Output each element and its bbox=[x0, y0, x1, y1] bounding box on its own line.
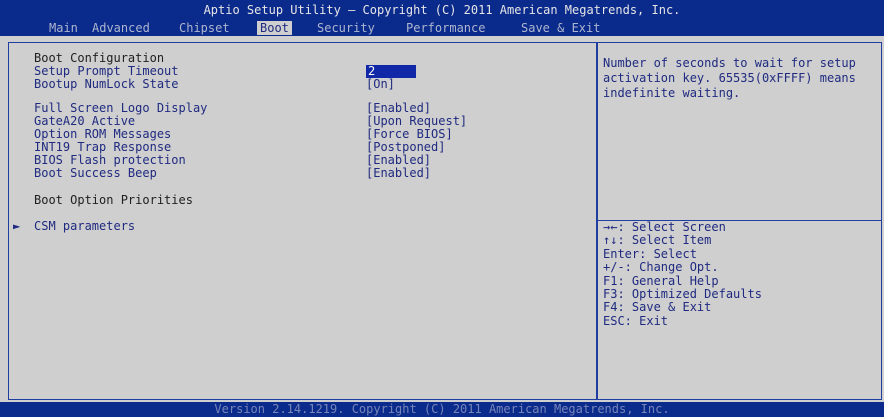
key-optimized-defaults: F3: Optimized Defaults bbox=[603, 287, 762, 302]
submenu-arrow-icon: ► bbox=[13, 219, 21, 233]
key-save-exit: F4: Save & Exit bbox=[603, 300, 712, 315]
tab-advanced[interactable]: Advanced bbox=[89, 21, 153, 35]
tab-main[interactable]: Main bbox=[46, 21, 81, 35]
tab-performance[interactable]: Performance bbox=[403, 21, 488, 35]
key-legend: →←: Select Screen ↑↓: Select Item Enter:… bbox=[603, 220, 762, 328]
boot-success-beep-value[interactable]: [Enabled] bbox=[366, 167, 431, 180]
key-enter-select: Enter: Select bbox=[603, 246, 697, 261]
panel-divider bbox=[596, 42, 598, 400]
header-bar: Aptio Setup Utility – Copyright (C) 2011… bbox=[0, 0, 884, 36]
key-change-opt: +/-: Change Opt. bbox=[603, 260, 719, 275]
app-title: Aptio Setup Utility – Copyright (C) 2011… bbox=[203, 3, 681, 17]
tab-boot[interactable]: Boot bbox=[257, 21, 292, 35]
key-select-item: ↑↓: Select Item bbox=[603, 233, 712, 248]
key-general-help: F1: General Help bbox=[603, 273, 719, 288]
tab-save-exit[interactable]: Save & Exit bbox=[518, 21, 603, 35]
key-select-screen: →←: Select Screen bbox=[603, 220, 726, 234]
help-text: Number of seconds to wait for setup acti… bbox=[603, 56, 864, 100]
key-esc-exit: ESC: Exit bbox=[603, 313, 669, 328]
csm-parameters-submenu[interactable]: CSM parameters bbox=[34, 220, 135, 233]
boot-success-beep-label[interactable]: Boot Success Beep bbox=[34, 167, 157, 180]
section-boot-option-priorities: Boot Option Priorities bbox=[34, 193, 193, 207]
footer-version: Version 2.14.1219. Copyright (C) 2011 Am… bbox=[0, 402, 884, 417]
tab-security[interactable]: Security bbox=[314, 21, 378, 35]
bootup-numlock-label[interactable]: Bootup NumLock State bbox=[34, 78, 179, 91]
bootup-numlock-value[interactable]: [On] bbox=[366, 78, 395, 91]
tab-bar: Main Advanced Chipset Boot Security Perf… bbox=[0, 21, 884, 35]
tab-chipset[interactable]: Chipset bbox=[176, 21, 233, 35]
